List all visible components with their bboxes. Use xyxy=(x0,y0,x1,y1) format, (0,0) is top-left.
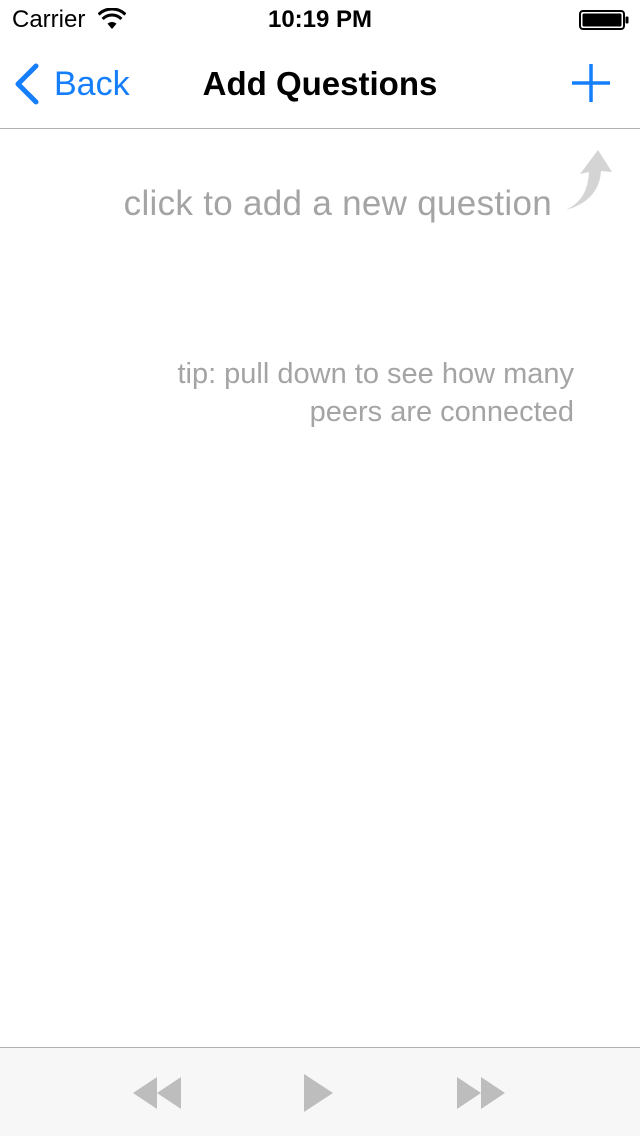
fast-forward-button[interactable] xyxy=(456,1072,506,1114)
plus-icon xyxy=(572,64,610,102)
status-bar: Carrier 10:19 PM xyxy=(0,0,640,40)
fast-forward-icon xyxy=(457,1077,505,1109)
clock: 10:19 PM xyxy=(267,6,373,33)
add-question-button[interactable] xyxy=(568,60,614,106)
rewind-icon xyxy=(133,1077,181,1109)
curved-arrow-icon xyxy=(566,150,612,210)
pull-down-tip: tip: pull down to see how many peers are… xyxy=(177,358,574,428)
battery-icon xyxy=(579,10,629,30)
play-icon xyxy=(304,1074,333,1112)
play-button[interactable] xyxy=(302,1072,334,1114)
page-title: Add Questions xyxy=(202,65,438,102)
navigation-bar: Back Add Questions xyxy=(0,40,640,129)
add-question-hint: click to add a new question xyxy=(123,184,552,223)
rewind-button[interactable] xyxy=(132,1072,182,1114)
screen: Carrier 10:19 PM Back Add Questions clic… xyxy=(0,0,640,1136)
bottom-toolbar xyxy=(0,1047,640,1136)
